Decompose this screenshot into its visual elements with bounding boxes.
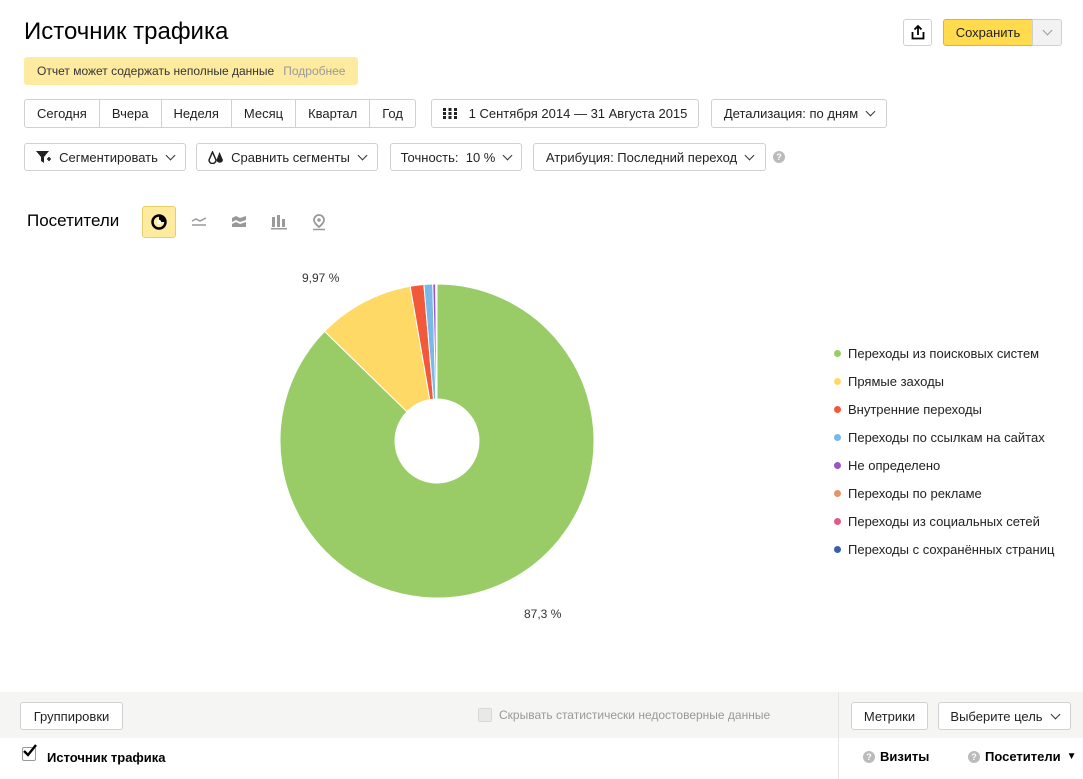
date-range-label: 1 Сентября 2014 — 31 Августа 2015 [468,106,688,121]
bar-chart-icon [271,214,287,229]
legend-dot [834,489,841,497]
chevron-down-icon [865,106,876,117]
period-quarter[interactable]: Квартал [296,100,371,127]
chevron-down-icon [502,150,513,160]
legend-label: Переходы с сохранённых страниц [848,541,1055,557]
bar-chart-mode-button[interactable] [262,206,296,238]
chevron-down-icon [165,150,176,160]
divider [838,692,839,779]
legend-dot [834,517,841,525]
legend-label: Переходы по ссылкам на сайтах [848,429,1045,445]
legend-dot [834,349,841,357]
column-visitors-label: Посетители [985,749,1061,764]
help-icon[interactable]: ? [863,750,875,763]
date-range-button[interactable]: 1 Сентября 2014 — 31 Августа 2015 [431,99,699,128]
compare-segments-button[interactable]: Сравнить сегменты [196,143,378,171]
attribution-label: Атрибуция: Последний переход [545,149,738,165]
legend-item-internal[interactable]: Внутренние переходы [834,395,1054,423]
legend-dot [834,377,841,385]
map-icon [313,213,325,230]
save-options-button[interactable] [1032,19,1062,46]
legend-label: Не определено [848,457,941,473]
column-visitors[interactable]: ? Посетители ▼ [968,749,1077,764]
pie-slice-4[interactable] [432,283,438,400]
warning-text: Отчет может содержать неполные данные [37,64,275,78]
compare-label: Сравнить сегменты [231,149,350,165]
accuracy-dropdown[interactable]: Точность: 10 % [390,143,522,171]
page-title: Источник трафика [24,18,229,45]
compare-icon [208,150,224,164]
legend-dot [834,405,841,413]
sort-desc-icon[interactable]: ▼ [1067,751,1077,762]
check-icon [23,744,37,757]
line-chart-mode-button[interactable] [182,206,216,238]
pie-chart-mode-button[interactable] [142,206,176,238]
segment-button[interactable]: Сегментировать [24,143,186,171]
legend-label: Переходы по рекламе [848,485,982,501]
chevron-down-icon [1050,709,1061,719]
legend-item-saved[interactable]: Переходы с сохранённых страниц [834,535,1054,563]
pie-slice-5[interactable] [435,283,438,400]
pie-chart-icon [151,214,167,230]
period-year[interactable]: Год [370,100,415,127]
legend-label: Прямые заходы [848,373,945,389]
warning-more-link[interactable]: Подробнее [283,64,345,78]
segment-label: Сегментировать [59,149,158,165]
chart-legend: Переходы из поисковых систем Прямые захо… [834,339,1054,563]
legend-label: Переходы из поисковых систем [848,345,1040,361]
legend-item-ads[interactable]: Переходы по рекламе [834,479,1054,507]
period-selector: Сегодня Вчера Неделя Месяц Квартал Год [24,99,416,128]
save-button[interactable]: Сохранить [943,19,1033,46]
goal-label: Выберите цель [950,708,1043,724]
share-icon [911,25,924,40]
map-mode-button[interactable] [302,206,336,238]
detail-dropdown[interactable]: Детализация: по дням [711,99,887,128]
legend-label: Переходы из социальных сетей [848,513,1040,529]
incomplete-data-warning: Отчет может содержать неполные данные По… [24,57,359,85]
pie-label-search: 87,3 % [524,607,562,621]
period-today[interactable]: Сегодня [25,100,100,127]
pie-slice-0[interactable] [279,283,595,599]
legend-dot [834,461,841,469]
chart-title: Посетители [27,211,120,230]
pie-label-direct: 9,97 % [302,271,340,285]
legend-item-search[interactable]: Переходы из поисковых систем [834,339,1054,367]
pie-slice-2[interactable] [409,284,435,401]
legend-item-undefined[interactable]: Не определено [834,451,1054,479]
chevron-down-icon [1042,25,1052,36]
accuracy-label: Точность: 10 % [400,149,496,165]
help-icon[interactable]: ? [968,750,980,763]
attribution-dropdown[interactable]: Атрибуция: Последний переход [533,143,766,171]
period-week[interactable]: Неделя [162,100,232,127]
area-chart-mode-button[interactable] [222,206,256,238]
line-chart-icon [191,217,207,226]
metrics-button[interactable]: Метрики [851,702,928,730]
legend-dot [834,433,841,441]
legend-label: Внутренние переходы [848,401,982,417]
legend-dot [834,545,841,553]
chevron-down-icon [744,150,755,160]
filter-icon [36,150,52,163]
column-visits-label: Визиты [880,749,930,764]
legend-item-social[interactable]: Переходы из социальных сетей [834,507,1054,535]
select-goal-dropdown[interactable]: Выберите цель [938,702,1071,730]
area-chart-icon [232,216,246,227]
legend-item-direct[interactable]: Прямые заходы [834,367,1054,395]
column-visits[interactable]: ? Визиты [863,749,929,764]
detail-label: Детализация: по дням [723,106,859,121]
period-month[interactable]: Месяц [232,100,297,127]
chevron-down-icon [357,150,368,160]
dimension-header: Источник трафика [47,750,166,765]
pie-slice-1[interactable] [323,285,431,413]
legend-item-links[interactable]: Переходы по ссылкам на сайтах [834,423,1054,451]
calendar-icon [442,108,457,119]
pie-slice-3[interactable] [423,283,437,400]
groupings-button[interactable]: Группировки [20,702,123,730]
hide-unreliable-label: Скрывать статистически недостоверные дан… [499,708,771,722]
share-button[interactable] [903,19,932,46]
hide-unreliable-checkbox[interactable] [478,708,492,722]
attribution-help-icon[interactable]: ? [773,151,785,163]
period-yesterday[interactable]: Вчера [100,100,162,127]
